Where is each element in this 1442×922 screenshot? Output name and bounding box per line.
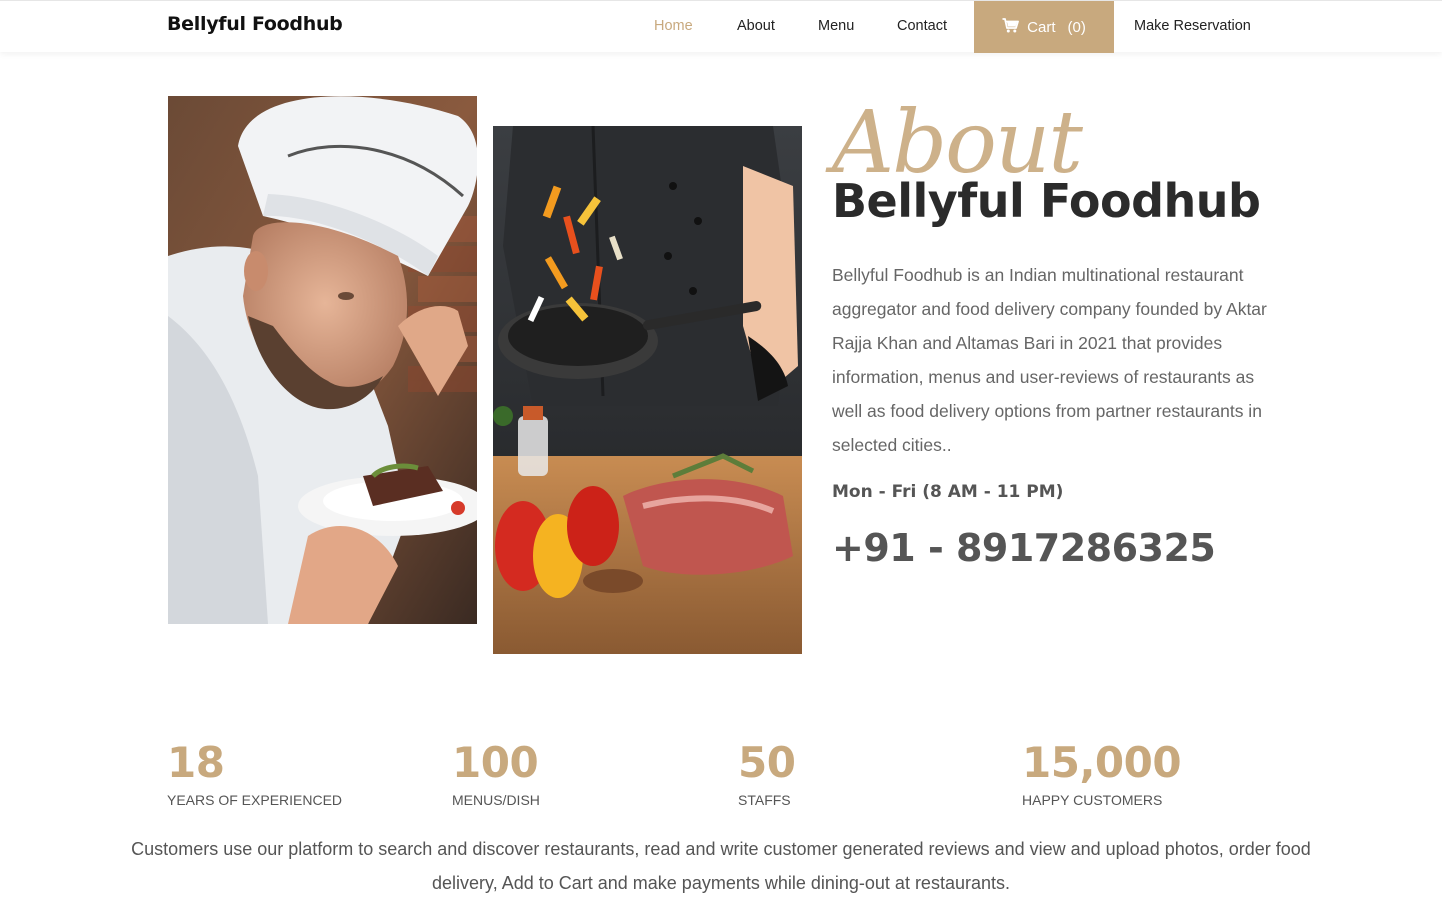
cart-label: Cart — [1027, 18, 1056, 36]
stat-label: Staffs — [738, 792, 791, 809]
stat-value: 100 — [452, 738, 539, 787]
stat-label: Happy Customers — [1022, 792, 1163, 809]
stat-menus: 100 Menus/Dish — [452, 738, 540, 809]
stat-value: 50 — [738, 738, 796, 787]
cart-count: (0) — [1067, 18, 1086, 36]
stat-years: 18 Years of Experienced — [167, 738, 343, 809]
nav-home[interactable]: Home — [654, 18, 693, 34]
about-description: Bellyful Foodhub is an Indian multinatio… — [832, 265, 1267, 455]
cart-button[interactable]: Cart (0) — [974, 1, 1114, 53]
opening-hours: Mon - Fri (8 AM - 11 PM) — [832, 482, 1064, 502]
brand-logo[interactable]: Bellyful Foodhub — [167, 13, 343, 35]
about-title: Bellyful Foodhub — [832, 174, 1261, 228]
cooking-pan-photo — [493, 126, 802, 654]
nav-about[interactable]: About — [737, 18, 775, 34]
stat-customers: 15,000 Happy Customers — [1022, 738, 1182, 809]
nav-menu[interactable]: Menu — [818, 18, 854, 34]
chef-plating-photo — [168, 96, 477, 624]
phone-number: +91 - 8917286325 — [832, 526, 1216, 570]
stat-value: 18 — [167, 738, 225, 787]
stat-staffs: 50 Staffs — [738, 738, 796, 809]
stat-label: Years of Experienced — [167, 792, 343, 809]
cart-icon — [1002, 17, 1020, 37]
stat-label: Menus/Dish — [452, 792, 540, 809]
nav-contact[interactable]: Contact — [897, 18, 947, 34]
nav-make-reservation[interactable]: Make Reservation — [1134, 18, 1251, 34]
navbar: Bellyful Foodhub Home About Menu Contact… — [0, 0, 1442, 53]
platform-description: Customers use our platform to search and… — [131, 839, 1311, 893]
stat-value: 15,000 — [1022, 738, 1182, 787]
